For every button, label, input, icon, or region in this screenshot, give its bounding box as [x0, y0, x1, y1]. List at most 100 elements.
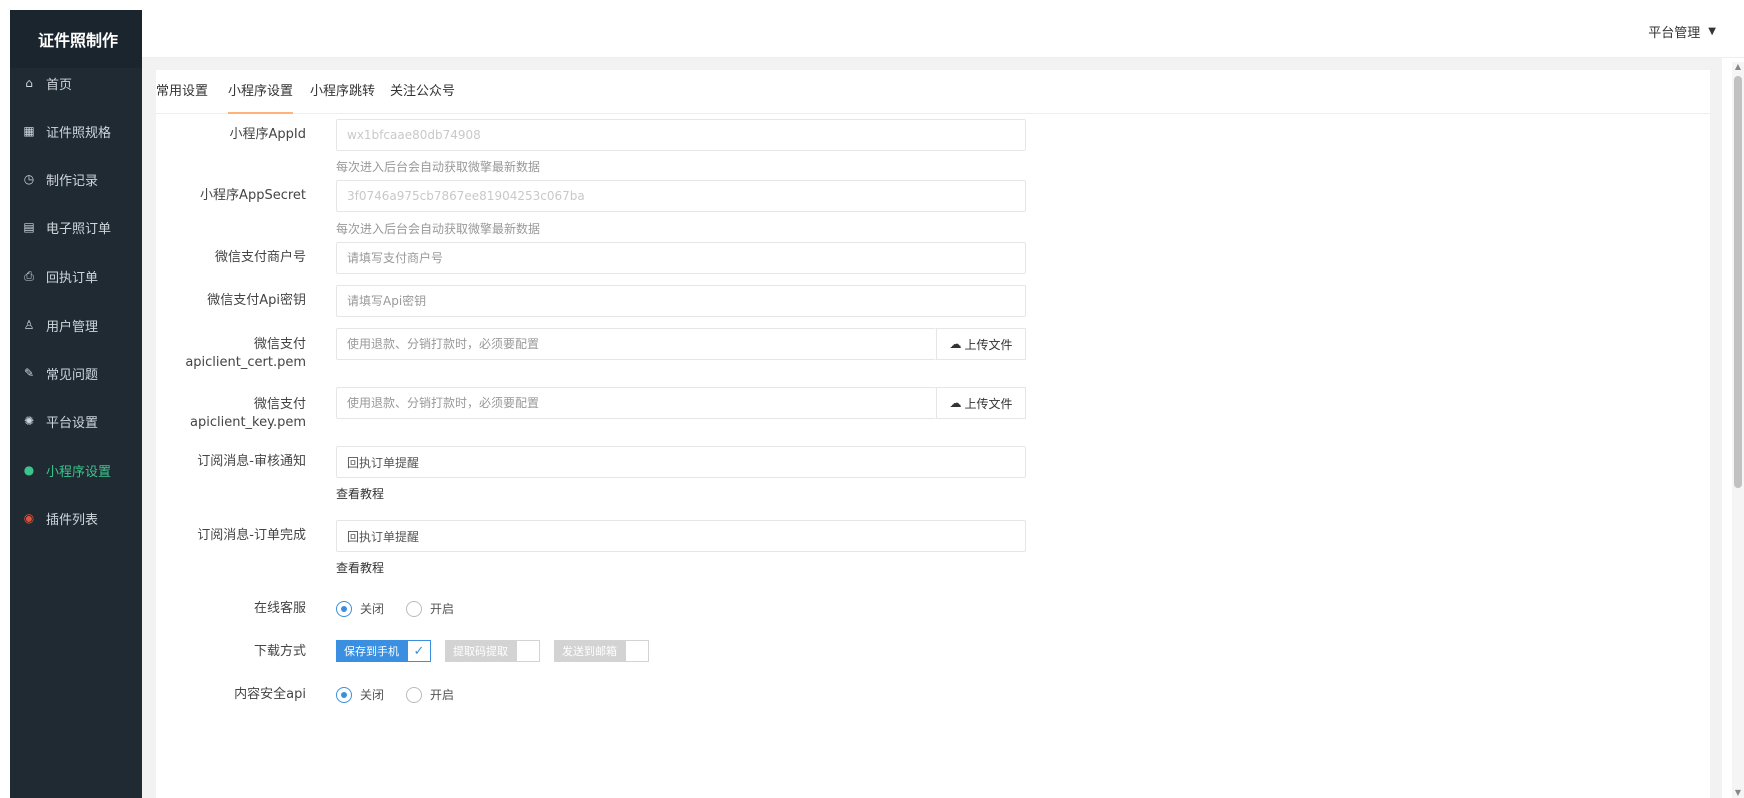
plugin-icon: ◉ [23, 511, 35, 525]
sidebar-item-users[interactable]: ♙ 用户管理 [10, 310, 142, 340]
cloud-upload-icon: ☁ [949, 396, 962, 410]
radio-circle [336, 600, 352, 617]
sidebar-item-records[interactable]: ◷ 制作记录 [10, 164, 142, 194]
user-icon: ♙ [23, 318, 35, 332]
faq-icon: ✎ [23, 366, 35, 380]
cert-label: 微信支付 apiclient_cert.pem [156, 336, 306, 372]
content-security-radio-group: 关闭 开启 [336, 686, 476, 703]
download-email-checkbox[interactable]: 发送到邮箱 [554, 640, 649, 662]
cert-label-line2: apiclient_cert.pem [185, 355, 306, 370]
sub-review-input[interactable] [336, 446, 1026, 478]
radio-label: 开启 [430, 688, 455, 702]
settings-card: 常用设置 小程序设置 小程序跳转 关注公众号 小程序AppId 每次进入后台会自… [156, 70, 1710, 798]
content-security-on-radio[interactable]: 开启 [406, 686, 454, 703]
download-save-phone-checkbox[interactable]: 保存到手机 ✓ [336, 640, 431, 662]
sidebar-item-label: 插件列表 [46, 512, 99, 528]
tab-common-settings[interactable]: 常用设置 [156, 70, 208, 114]
gear-icon: ✺ [23, 414, 35, 428]
page-scrollbar[interactable]: ▲ ▼ [1732, 62, 1744, 798]
upload-label: 上传文件 [964, 396, 1013, 411]
sub-done-label: 订阅消息-订单完成 [197, 528, 306, 543]
checkbox-box [625, 640, 649, 662]
appid-help: 每次进入后台会自动获取微擎最新数据 [336, 160, 541, 174]
sidebar-item-id-spec[interactable]: ▦ 证件照规格 [10, 116, 142, 146]
checkbox-label: 发送到邮箱 [554, 640, 625, 662]
check-icon: ✓ [407, 640, 431, 662]
sub-review-tutorial-link[interactable]: 查看教程 [336, 485, 384, 502]
mchid-label: 微信支付商户号 [214, 250, 306, 265]
content-security-label: 内容安全api [234, 687, 306, 702]
checkbox-box [516, 640, 540, 662]
online-service-label: 在线客服 [253, 601, 306, 616]
platform-admin-menu[interactable]: 平台管理 ▼ [1648, 22, 1716, 41]
appsecret-help: 每次进入后台会自动获取微擎最新数据 [336, 222, 541, 236]
sidebar-item-label: 证件照规格 [46, 125, 112, 141]
radio-label: 关闭 [360, 688, 385, 702]
cert-input[interactable] [336, 328, 936, 360]
cert-upload-button[interactable]: ☁ 上传文件 [936, 328, 1026, 360]
radio-label: 开启 [430, 602, 455, 616]
checkbox-label: 提取码提取 [445, 640, 516, 662]
radio-circle [336, 686, 352, 703]
scroll-down-icon[interactable]: ▼ [1732, 788, 1744, 798]
grid-icon: ▤ [23, 220, 35, 234]
sidebar-item-home[interactable]: ⌂ 首页 [10, 68, 142, 98]
download-extract-code-checkbox[interactable]: 提取码提取 [445, 640, 540, 662]
sidebar-item-label: 小程序设置 [46, 464, 112, 480]
key-upload-button[interactable]: ☁ 上传文件 [936, 387, 1026, 419]
appsecret-label: 小程序AppSecret [200, 188, 306, 203]
tab-follow-official-account[interactable]: 关注公众号 [390, 70, 455, 114]
tab-miniprogram-jump[interactable]: 小程序跳转 [310, 70, 375, 114]
sidebar-item-label: 常见问题 [46, 367, 99, 383]
sidebar-item-label: 制作记录 [46, 173, 99, 189]
id-spec-icon: ▦ [23, 124, 35, 138]
user-menu-label: 平台管理 [1648, 26, 1701, 41]
radio-circle [406, 686, 423, 703]
sidebar-item-label: 回执订单 [46, 270, 99, 286]
top-header: 平台管理 ▼ [142, 0, 1744, 58]
upload-label: 上传文件 [964, 337, 1013, 352]
sub-done-tutorial-link[interactable]: 查看教程 [336, 559, 384, 576]
home-icon: ⌂ [25, 76, 33, 90]
caret-down-icon: ▼ [1708, 26, 1716, 37]
sidebar: 证件照制作 ⌂ 首页 ▦ 证件照规格 ◷ 制作记录 ▤ 电子照订单 ⎙ 回执订单… [10, 10, 142, 798]
sub-review-label: 订阅消息-审核通知 [197, 454, 306, 469]
sidebar-item-label: 用户管理 [46, 319, 99, 335]
checkbox-label: 保存到手机 [336, 640, 407, 662]
apikey-label: 微信支付Api密钥 [207, 293, 306, 308]
radio-label: 关闭 [360, 602, 385, 616]
sub-done-input[interactable] [336, 520, 1026, 552]
radio-circle [406, 600, 423, 617]
sidebar-item-label: 平台设置 [46, 415, 99, 431]
key-label-line2: apiclient_key.pem [190, 415, 306, 430]
sidebar-item-platform-settings[interactable]: ✺ 平台设置 [10, 406, 142, 436]
sidebar-item-faq[interactable]: ✎ 常见问题 [10, 358, 142, 388]
key-input[interactable] [336, 387, 936, 419]
sidebar-item-plugins[interactable]: ◉ 插件列表 [10, 503, 142, 533]
appid-input[interactable] [336, 119, 1026, 151]
apikey-input[interactable] [336, 285, 1026, 317]
cert-label-line1: 微信支付 [253, 337, 306, 352]
key-label-line1: 微信支付 [253, 397, 306, 412]
sidebar-item-label: 首页 [46, 77, 73, 93]
scroll-up-icon[interactable]: ▲ [1732, 62, 1744, 72]
scroll-thumb[interactable] [1734, 76, 1742, 488]
online-service-radio-group: 关闭 开启 [336, 600, 476, 617]
appsecret-input[interactable] [336, 180, 1026, 212]
online-service-on-radio[interactable]: 开启 [406, 600, 454, 617]
sidebar-item-photo-orders[interactable]: ▤ 电子照订单 [10, 212, 142, 242]
sidebar-item-label: 电子照订单 [46, 221, 112, 237]
key-label: 微信支付 apiclient_key.pem [156, 396, 306, 432]
tab-miniprogram-settings[interactable]: 小程序设置 [228, 70, 294, 114]
appid-label: 小程序AppId [229, 127, 306, 142]
sidebar-item-miniprogram-settings[interactable]: ● 小程序设置 [10, 455, 142, 485]
content-security-off-radio[interactable]: 关闭 [336, 686, 384, 703]
download-checkbox-group: 保存到手机 ✓ 提取码提取 发送到邮箱 [336, 640, 663, 662]
sidebar-item-receipt-orders[interactable]: ⎙ 回执订单 [10, 261, 142, 291]
print-icon: ⎙ [24, 268, 34, 283]
cloud-upload-icon: ☁ [949, 337, 962, 351]
online-service-off-radio[interactable]: 关闭 [336, 600, 384, 617]
app-logo: 证件照制作 [10, 10, 142, 68]
mchid-input[interactable] [336, 242, 1026, 274]
tab-bar: 常用设置 小程序设置 小程序跳转 关注公众号 [156, 70, 1710, 114]
